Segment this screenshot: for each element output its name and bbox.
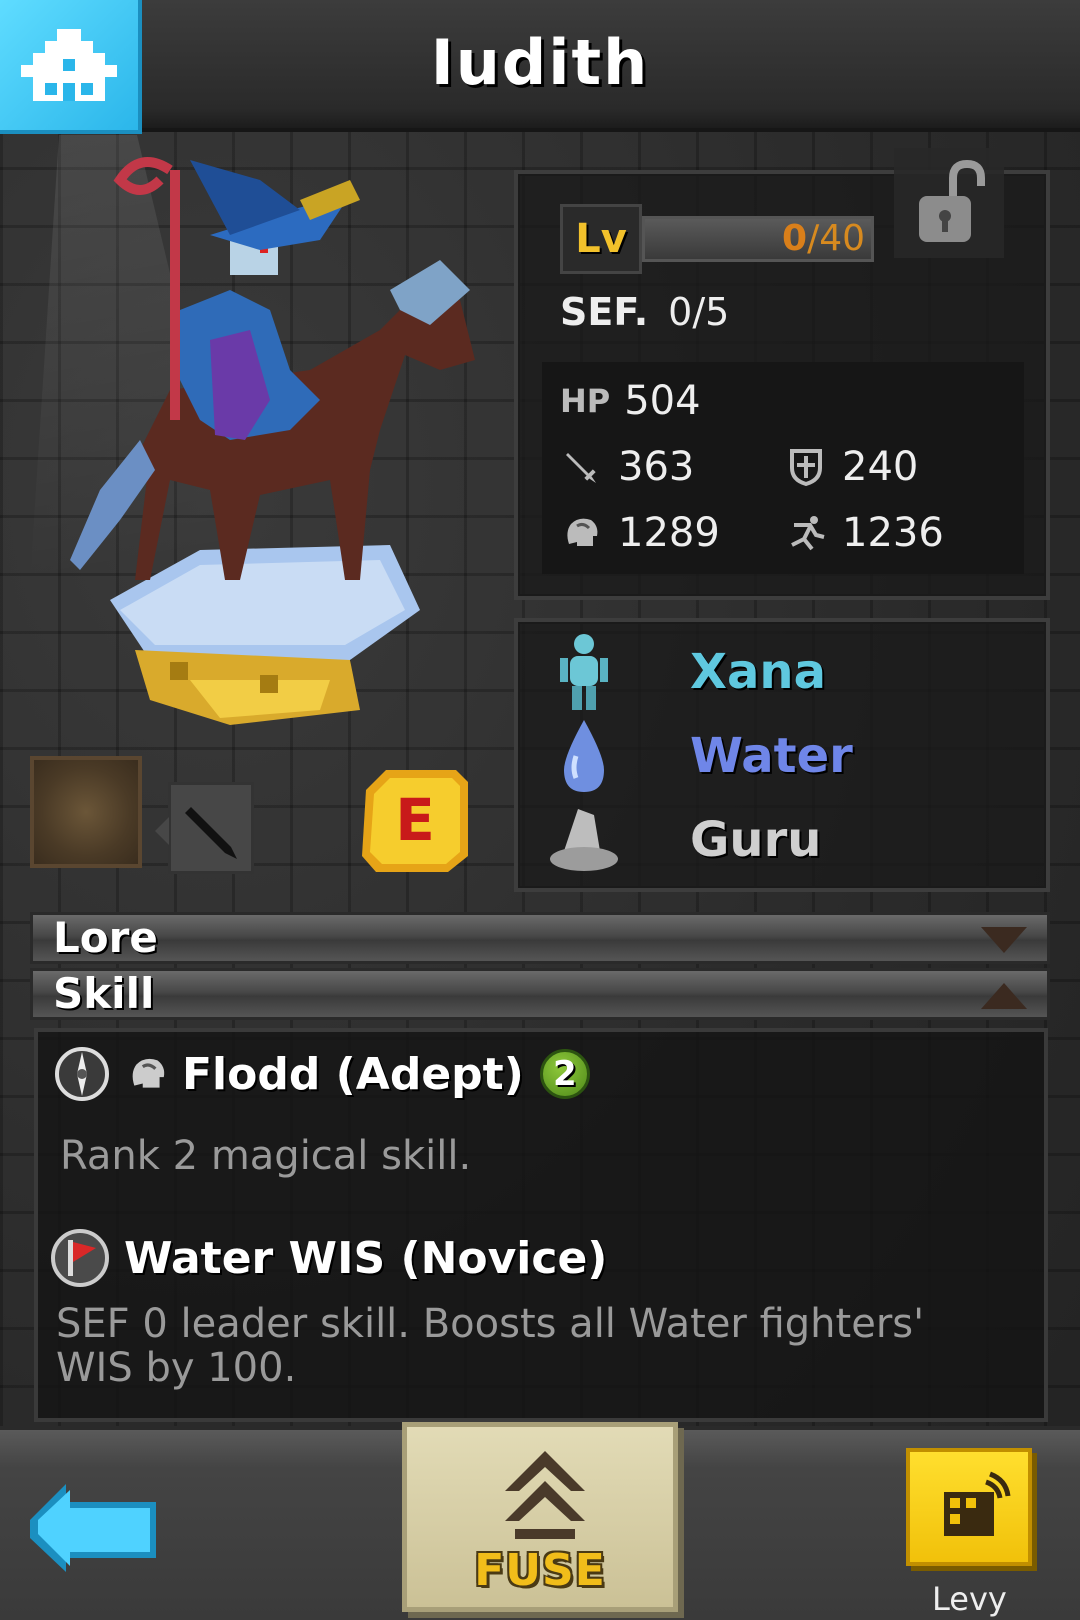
level-progress-bar: 0/40 bbox=[642, 216, 874, 262]
element-label: Water bbox=[690, 728, 853, 784]
compass-icon bbox=[54, 1046, 110, 1102]
rank-badge-e: E bbox=[356, 760, 474, 878]
skill-1-title: Flodd (Adept) 2 bbox=[54, 1046, 590, 1102]
levy-label: Levy bbox=[932, 1580, 1007, 1618]
wizard-hat-icon bbox=[548, 800, 620, 880]
defense-value: 240 bbox=[842, 444, 919, 490]
running-icon bbox=[784, 511, 828, 555]
weapon-slot[interactable] bbox=[155, 782, 254, 874]
fuse-arrows-icon bbox=[505, 1451, 585, 1539]
sword-icon bbox=[185, 807, 237, 859]
brain-icon bbox=[128, 1054, 168, 1094]
levy-icon bbox=[944, 1471, 1011, 1536]
agility-value: 1236 bbox=[842, 510, 944, 556]
skill-2-description: SEF 0 leader skill. Boosts all Water fig… bbox=[56, 1302, 924, 1390]
fuse-label: FUSE bbox=[474, 1545, 606, 1596]
lore-section-header[interactable]: Lore bbox=[30, 912, 1050, 964]
sword-icon bbox=[560, 445, 604, 489]
page-title: Iudith bbox=[430, 26, 650, 99]
class-row: Guru bbox=[548, 800, 821, 880]
lore-label: Lore bbox=[53, 913, 158, 962]
element-row: Water bbox=[548, 716, 853, 796]
top-bar: Iudith bbox=[0, 0, 1080, 134]
stats-panel: Lv 0/40 SEF. 0/5 HP 504 363 240 1289 123… bbox=[514, 148, 1050, 600]
level-max: /40 bbox=[807, 218, 865, 259]
race-label: Xana bbox=[690, 644, 826, 700]
fuse-button[interactable]: FUSE bbox=[402, 1422, 678, 1612]
chevron-down-icon bbox=[981, 927, 1027, 953]
hero-sprite bbox=[70, 157, 475, 725]
rank-letter: E bbox=[395, 786, 435, 854]
humanoid-icon bbox=[548, 632, 620, 712]
skill-2-name: Water WIS (Novice) bbox=[124, 1232, 608, 1284]
info-panel: Xana Water Guru bbox=[514, 618, 1050, 892]
skill-2-description-line-2: WIS by 100. bbox=[56, 1345, 297, 1391]
skill-2-title: Water WIS (Novice) bbox=[50, 1228, 607, 1288]
hp-label: HP bbox=[560, 382, 611, 420]
levy-button[interactable] bbox=[906, 1448, 1032, 1566]
stat-box: HP 504 363 240 1289 1236 bbox=[542, 362, 1024, 574]
skill-1-name: Flodd (Adept) bbox=[182, 1048, 524, 1100]
leader-flag-icon bbox=[50, 1228, 110, 1288]
skill-section-header[interactable]: Skill bbox=[30, 968, 1050, 1020]
chevron-up-icon bbox=[981, 983, 1027, 1009]
level-current: 0 bbox=[782, 218, 808, 259]
stat-hp: HP 504 bbox=[560, 378, 701, 424]
level-label: Lv bbox=[560, 204, 642, 274]
stat-agility: 1236 bbox=[784, 510, 944, 556]
shield-icon bbox=[784, 445, 828, 489]
lock-button[interactable] bbox=[894, 148, 1004, 258]
stat-attack: 363 bbox=[560, 444, 694, 490]
sef-value: 0/5 bbox=[668, 290, 730, 334]
skill-2-description-line-1: SEF 0 leader skill. Boosts all Water fig… bbox=[56, 1301, 925, 1347]
wisdom-value: 1289 bbox=[618, 510, 720, 556]
back-button[interactable] bbox=[26, 1468, 166, 1586]
brain-icon bbox=[560, 511, 604, 555]
sef-label: SEF. bbox=[560, 290, 649, 334]
stat-defense: 240 bbox=[784, 444, 918, 490]
back-arrow-icon bbox=[30, 1484, 156, 1572]
skill-1-description: Rank 2 magical skill. bbox=[60, 1133, 472, 1179]
hp-value: 504 bbox=[624, 378, 701, 424]
water-drop-icon bbox=[548, 716, 620, 796]
attack-value: 363 bbox=[618, 444, 695, 490]
accessory-slot[interactable] bbox=[30, 756, 142, 868]
skill-1-rank-badge: 2 bbox=[539, 1049, 590, 1099]
class-label: Guru bbox=[690, 812, 822, 868]
unlock-icon bbox=[919, 159, 985, 242]
skill-panel: Flodd (Adept) 2 Rank 2 magical skill. Wa… bbox=[34, 1028, 1048, 1422]
stat-wisdom: 1289 bbox=[560, 510, 720, 556]
race-row: Xana bbox=[548, 632, 826, 712]
sef-row: SEF. 0/5 bbox=[560, 290, 729, 334]
skill-label: Skill bbox=[53, 969, 155, 1018]
